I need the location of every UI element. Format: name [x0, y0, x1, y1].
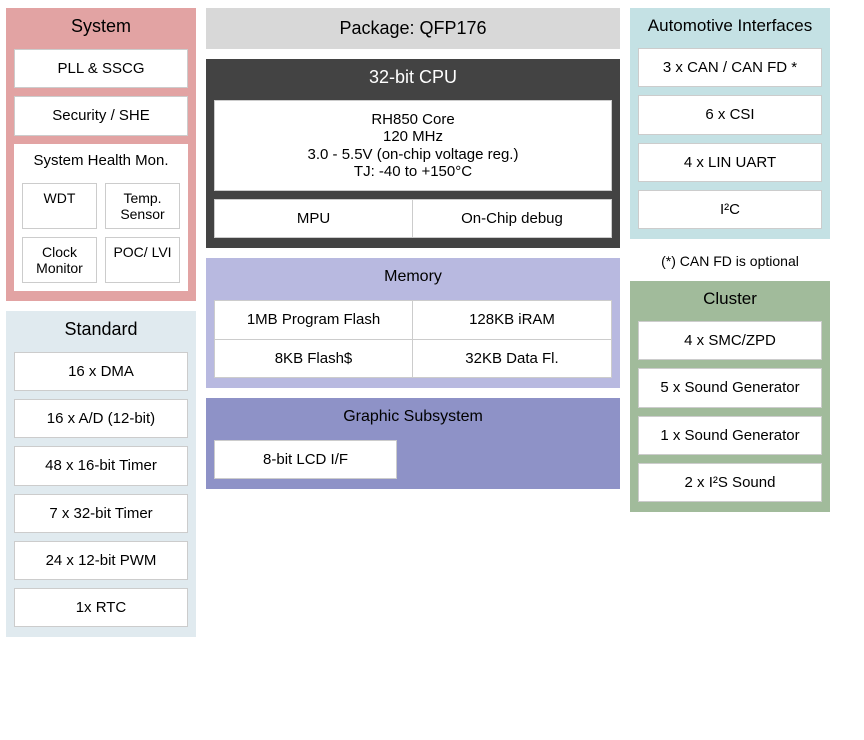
health-cell: Clock Monitor — [22, 237, 97, 283]
cluster-item: 5 x Sound Generator — [638, 368, 822, 407]
cluster-item: 1 x Sound Generator — [638, 416, 822, 455]
standard-item: 1x RTC — [14, 588, 188, 627]
auto-item: 3 x CAN / CAN FD * — [638, 48, 822, 87]
cpu-core: RH850 Core 120 MHz 3.0 - 5.5V (on-chip v… — [214, 100, 612, 191]
auto-item: 4 x LIN UART — [638, 143, 822, 182]
standard-panel: Standard 16 x DMA 16 x A/D (12-bit) 48 x… — [6, 311, 196, 638]
system-health: System Health Mon. WDT Temp. Sensor Cloc… — [14, 144, 188, 291]
cpu-sub: MPU — [214, 199, 413, 238]
standard-item: 48 x 16-bit Timer — [14, 446, 188, 485]
memory-cell: 8KB Flash$ — [214, 340, 413, 378]
cluster-item: 2 x I²S Sound — [638, 463, 822, 502]
cpu-title: 32-bit CPU — [214, 65, 612, 92]
memory-cell: 32KB Data Fl. — [413, 340, 612, 378]
standard-title: Standard — [14, 317, 188, 344]
system-item: PLL & SSCG — [14, 49, 188, 88]
canfd-note: (*) CAN FD is optional — [630, 249, 830, 271]
system-health-title: System Health Mon. — [22, 152, 180, 175]
package-panel: Package: QFP176 — [206, 8, 620, 49]
auto-item: I²C — [638, 190, 822, 229]
cpu-panel: 32-bit CPU RH850 Core 120 MHz 3.0 - 5.5V… — [206, 59, 620, 248]
standard-item: 16 x A/D (12-bit) — [14, 399, 188, 438]
health-cell: WDT — [22, 183, 97, 229]
system-item: Security / SHE — [14, 96, 188, 135]
cluster-panel: Cluster 4 x SMC/ZPD 5 x Sound Generator … — [630, 281, 830, 512]
graphic-item: 8-bit LCD I/F — [214, 440, 397, 479]
memory-cell: 128KB iRAM — [413, 300, 612, 339]
package-title: Package: QFP176 — [216, 18, 610, 39]
system-panel: System PLL & SSCG Security / SHE System … — [6, 8, 196, 301]
system-title: System — [14, 14, 188, 41]
automotive-title: Automotive Interfaces — [638, 14, 822, 40]
health-cell: Temp. Sensor — [105, 183, 180, 229]
memory-title: Memory — [214, 264, 612, 292]
automotive-panel: Automotive Interfaces 3 x CAN / CAN FD *… — [630, 8, 830, 239]
health-cell: POC/ LVI — [105, 237, 180, 283]
graphic-title: Graphic Subsystem — [214, 404, 612, 432]
standard-item: 24 x 12-bit PWM — [14, 541, 188, 580]
cluster-title: Cluster — [638, 287, 822, 313]
memory-cell: 1MB Program Flash — [214, 300, 413, 339]
standard-item: 7 x 32-bit Timer — [14, 494, 188, 533]
standard-item: 16 x DMA — [14, 352, 188, 391]
cluster-item: 4 x SMC/ZPD — [638, 321, 822, 360]
auto-item: 6 x CSI — [638, 95, 822, 134]
graphic-panel: Graphic Subsystem 8-bit LCD I/F — [206, 398, 620, 489]
memory-panel: Memory 1MB Program Flash 128KB iRAM 8KB … — [206, 258, 620, 388]
cpu-sub: On-Chip debug — [413, 199, 612, 238]
